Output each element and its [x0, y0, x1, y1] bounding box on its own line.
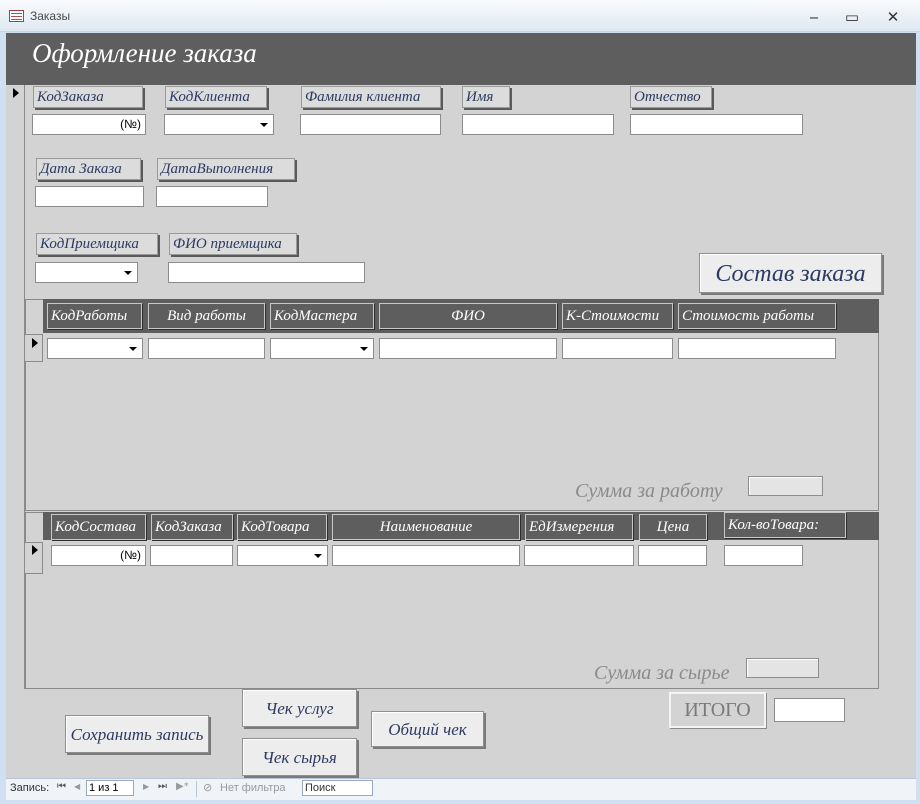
- materials-sum-field[interactable]: [746, 658, 819, 678]
- master-name-field[interactable]: [379, 338, 557, 359]
- order-date-label: Дата Заказа: [36, 158, 141, 180]
- works-col-header[interactable]: КодРаботы: [47, 303, 142, 329]
- items-current-record-arrow-icon: [32, 545, 38, 555]
- item-order-id-field[interactable]: [150, 545, 233, 566]
- receiver-name-label: ФИО приемщика: [169, 233, 297, 255]
- items-col-header[interactable]: Кол-воТовара:: [724, 512, 846, 538]
- next-record-icon[interactable]: ▶: [143, 782, 149, 791]
- work-type-field[interactable]: [148, 338, 265, 359]
- dropdown-arrow-icon[interactable]: [260, 123, 268, 127]
- order-composition-button[interactable]: Состав заказа: [699, 253, 882, 293]
- filter-indicator[interactable]: ⊘ Нет фильтра: [196, 781, 294, 797]
- master-id-combo[interactable]: [270, 338, 374, 359]
- items-col-header[interactable]: КодТовара: [237, 514, 327, 540]
- items-col-header[interactable]: КодСостава: [51, 514, 146, 540]
- completion-date-label: ДатаВыполнения: [157, 158, 295, 180]
- unit-field[interactable]: [524, 545, 634, 566]
- works-col-header[interactable]: КодМастера: [270, 303, 374, 329]
- total-receipt-button[interactable]: Общий чек: [371, 711, 484, 747]
- prev-record-icon[interactable]: ◀: [74, 782, 80, 791]
- order-id-field[interactable]: (№): [32, 114, 146, 135]
- maximize-button[interactable]: ▭: [832, 5, 872, 29]
- composition-id-field[interactable]: (№): [51, 545, 146, 566]
- dropdown-arrow-icon[interactable]: [360, 347, 368, 351]
- total-label: ИТОГО: [669, 692, 766, 728]
- filter-off-icon: ⊘: [203, 781, 213, 794]
- works-col-header[interactable]: ФИО: [379, 303, 557, 329]
- items-col-header[interactable]: Цена: [639, 514, 707, 540]
- first-name-label: Имя: [462, 86, 510, 108]
- dropdown-arrow-icon[interactable]: [124, 271, 132, 275]
- window-title: Заказы: [30, 9, 71, 23]
- patronymic-field[interactable]: [630, 114, 803, 135]
- client-lastname-label: Фамилия клиента: [301, 86, 441, 108]
- minimize-button[interactable]: ‒: [794, 5, 834, 29]
- items-col-header[interactable]: ЕдИзмерения: [525, 514, 633, 540]
- works-col-header[interactable]: Вид работы: [148, 303, 265, 329]
- close-button[interactable]: ✕: [873, 5, 913, 29]
- dropdown-arrow-icon[interactable]: [129, 347, 137, 351]
- patronymic-label: Отчество: [630, 86, 712, 108]
- services-receipt-button[interactable]: Чек услуг: [242, 689, 357, 727]
- new-record-icon[interactable]: ▶*: [176, 781, 189, 792]
- last-record-icon[interactable]: ⏭: [158, 781, 167, 792]
- search-field[interactable]: Поиск: [302, 780, 373, 796]
- work-cost-field[interactable]: [678, 338, 836, 359]
- work-id-combo[interactable]: [47, 338, 143, 359]
- form-icon: [9, 10, 24, 22]
- items-col-header[interactable]: КодЗаказа: [151, 514, 233, 540]
- total-field[interactable]: [774, 698, 845, 722]
- order-id-label: КодЗаказа: [33, 86, 143, 108]
- receiver-id-label: КодПриемщика: [36, 233, 158, 255]
- client-lastname-field[interactable]: [300, 114, 441, 135]
- works-col-header[interactable]: К-Стоимости: [562, 303, 673, 329]
- materials-receipt-button[interactable]: Чек сырья: [242, 738, 357, 776]
- client-id-combo[interactable]: [164, 114, 274, 135]
- price-field[interactable]: [638, 545, 707, 566]
- work-sum-field[interactable]: [748, 476, 823, 496]
- filter-label: Нет фильтра: [220, 782, 286, 794]
- form-title: Оформление заказа: [32, 38, 257, 68]
- first-record-icon[interactable]: ⏮: [57, 781, 66, 792]
- completion-date-field[interactable]: [156, 186, 268, 207]
- works-col-header[interactable]: Стоимость работы: [678, 303, 836, 329]
- window-titlebar: [0, 0, 920, 32]
- product-id-combo[interactable]: [237, 545, 328, 566]
- dropdown-arrow-icon[interactable]: [314, 554, 322, 558]
- client-id-label: КодКлиента: [165, 86, 267, 108]
- record-label: Запись:: [10, 782, 50, 794]
- cost-coef-field[interactable]: [562, 338, 673, 359]
- order-date-field[interactable]: [35, 186, 144, 207]
- items-col-header[interactable]: Наименование: [332, 514, 520, 540]
- record-selector[interactable]: [6, 85, 25, 689]
- materials-sum-label: Сумма за сырье: [594, 662, 730, 684]
- receiver-id-combo[interactable]: [35, 262, 138, 283]
- work-sum-label: Сумма за работу: [575, 480, 723, 502]
- works-current-record-arrow-icon: [32, 338, 38, 348]
- current-record-arrow-icon: [13, 88, 19, 98]
- record-position-field[interactable]: 1 из 1: [86, 780, 134, 796]
- product-name-field[interactable]: [332, 545, 520, 566]
- receiver-name-field[interactable]: [168, 262, 365, 283]
- quantity-field[interactable]: [724, 545, 803, 566]
- first-name-field[interactable]: [462, 114, 614, 135]
- save-record-button[interactable]: Сохранить запись: [65, 715, 209, 753]
